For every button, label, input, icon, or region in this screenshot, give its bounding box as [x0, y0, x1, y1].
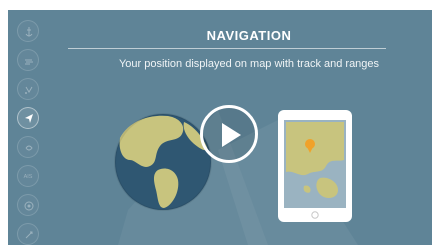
- sidebar: AIS: [8, 10, 46, 245]
- sound-icon: [25, 145, 33, 151]
- sidebar-item-settings[interactable]: [17, 223, 39, 245]
- sidebar-item-ais[interactable]: AIS: [17, 165, 39, 187]
- play-icon: [222, 123, 241, 147]
- sidebar-item-wind[interactable]: [17, 49, 39, 71]
- settings-icon: [25, 231, 33, 239]
- title-divider: [68, 48, 386, 49]
- tablet-icon: [278, 110, 352, 222]
- wind-icon: [25, 59, 33, 65]
- video-subtitle: Your position displayed on map with trac…: [118, 58, 380, 70]
- depth-icon: [25, 86, 33, 94]
- sidebar-item-depth[interactable]: [17, 78, 39, 100]
- radar-icon: [24, 201, 34, 211]
- video-title: NAVIGATION: [206, 28, 292, 43]
- sidebar-item-label: AIS: [23, 174, 33, 180]
- video-player: AIS NAVIGATION Your position displayed o…: [8, 10, 432, 245]
- sidebar-item-anchor[interactable]: [17, 20, 39, 42]
- navigation-arrow-icon: [25, 114, 33, 123]
- sidebar-item-radar[interactable]: [17, 194, 39, 216]
- sidebar-item-sound[interactable]: [17, 136, 39, 158]
- globe-icon: [114, 113, 212, 211]
- sidebar-item-navigation[interactable]: [17, 107, 39, 129]
- anchor-icon: [25, 27, 33, 37]
- play-button[interactable]: [200, 105, 258, 163]
